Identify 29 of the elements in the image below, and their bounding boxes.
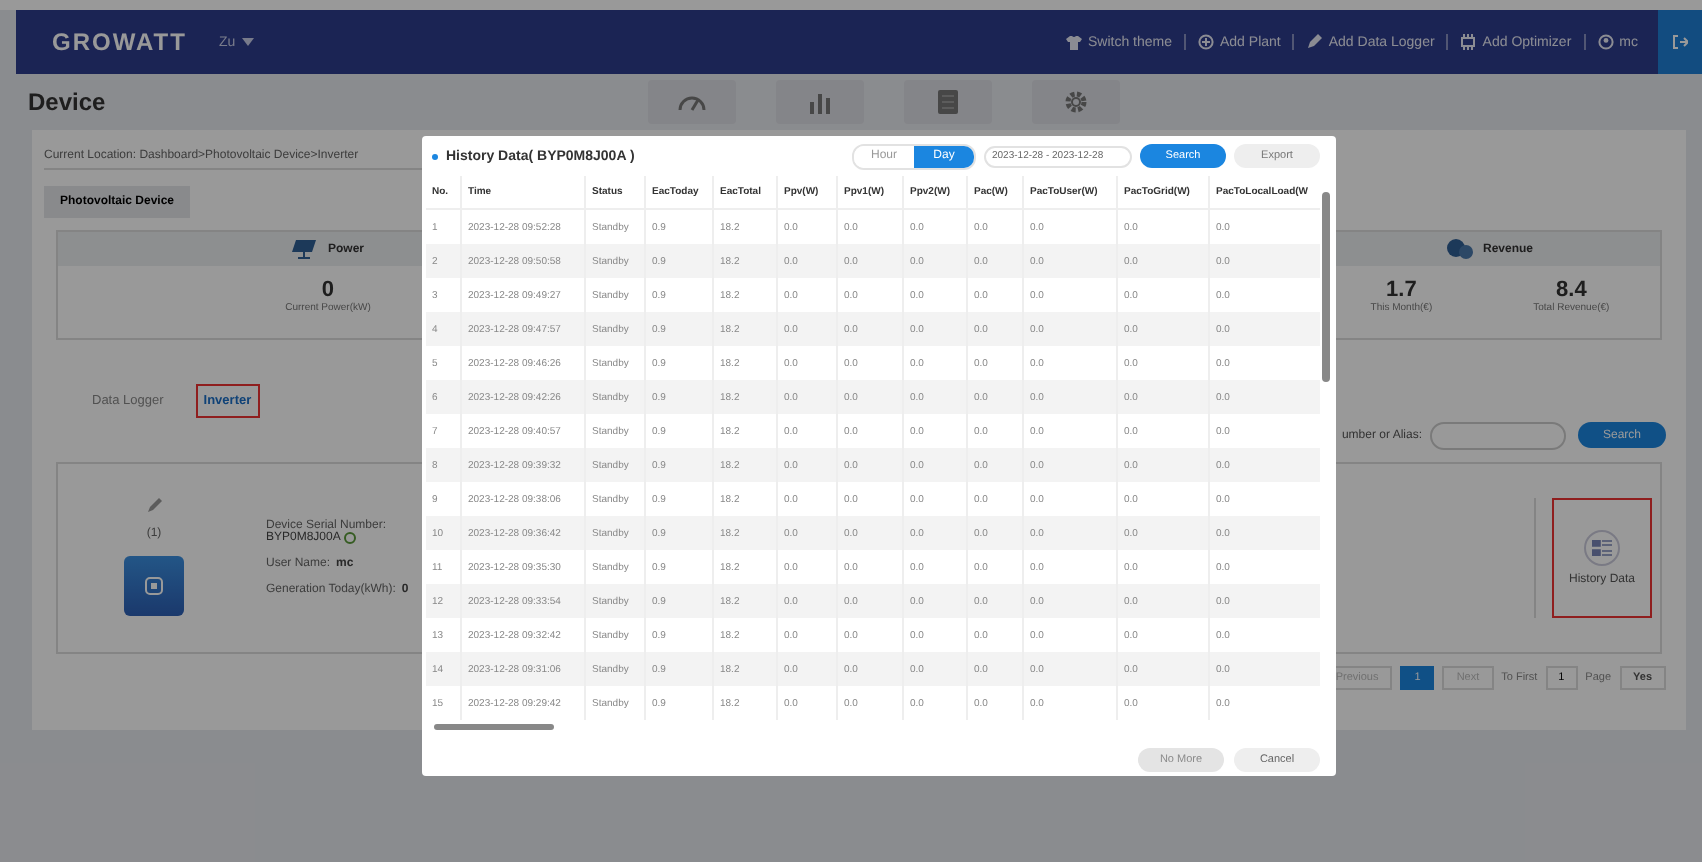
solar-panel-icon — [291, 238, 320, 260]
stat-value: 0 — [321, 278, 335, 302]
stat-value: 1.7 — [1386, 278, 1417, 302]
settings-icon — [1064, 90, 1088, 114]
edit-icon — [147, 498, 161, 513]
title-dot-icon — [432, 153, 438, 159]
logout-button[interactable] — [1658, 10, 1702, 74]
list-icon — [1592, 539, 1612, 556]
shirt-icon — [1065, 34, 1082, 50]
inverter-icon — [124, 556, 184, 617]
view-tab[interactable] — [1032, 80, 1120, 124]
gauge-icon — [678, 92, 706, 112]
logout-icon — [1672, 34, 1688, 50]
bar-chart-icon — [808, 91, 832, 113]
view-tab[interactable] — [648, 80, 736, 124]
caret-icon — [241, 38, 254, 46]
user-icon — [1597, 34, 1614, 50]
add-icon — [1198, 34, 1214, 50]
page-title: Device — [26, 88, 108, 116]
search-field[interactable] — [1430, 421, 1566, 450]
chip-icon — [1460, 34, 1477, 50]
view-tab[interactable] — [776, 80, 864, 124]
view-tab[interactable] — [904, 80, 992, 124]
coins-icon — [1446, 238, 1475, 260]
pen-icon — [1306, 34, 1323, 50]
logo: GROWATT — [52, 28, 187, 56]
stat-value: 8.4 — [1556, 278, 1587, 302]
list-icon — [938, 90, 958, 114]
status-icon — [344, 531, 357, 544]
